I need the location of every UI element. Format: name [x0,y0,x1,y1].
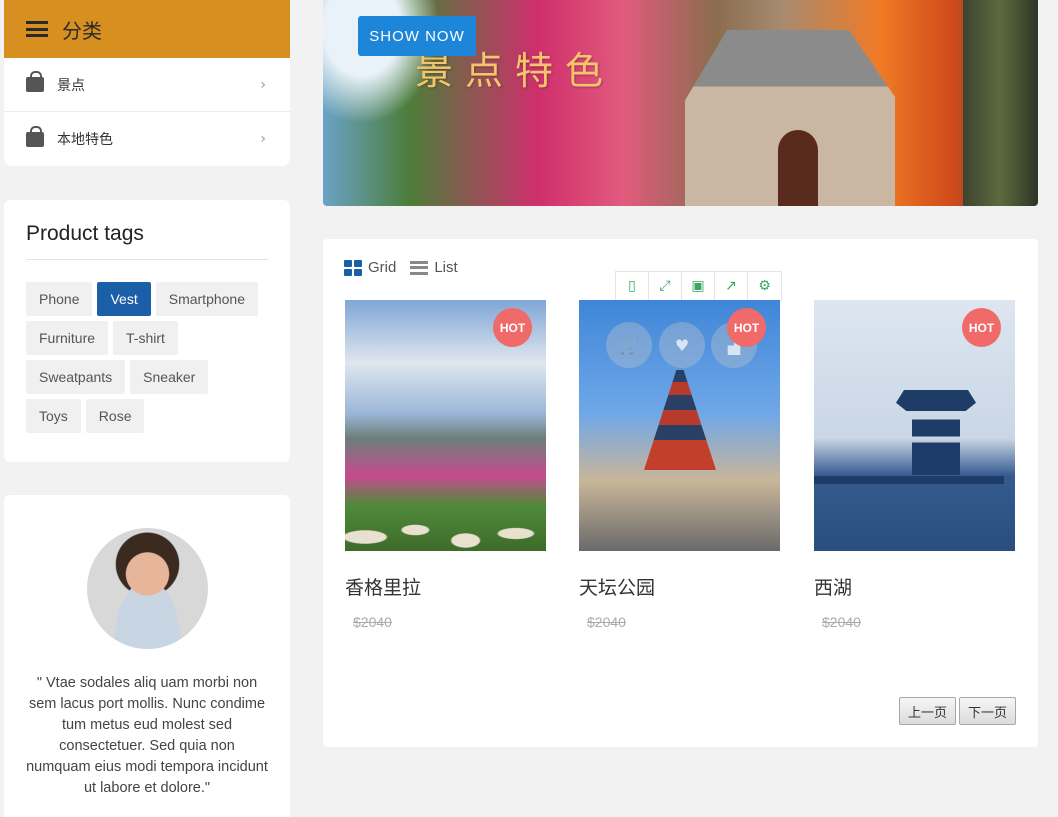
temple-of-heaven [644,370,716,470]
list-icon [410,260,429,275]
product-name[interactable]: 西湖 [814,573,1015,600]
category-item-local[interactable]: 本地特色 › [4,112,290,166]
product-image[interactable]: 🛒 ♥ ▟ HOT [579,300,780,551]
show-now-button[interactable]: SHOW NOW [358,16,476,56]
tag-sweatpants[interactable]: Sweatpants [26,360,126,394]
product-image[interactable]: HOT [345,300,546,551]
list-view-label: List [434,259,458,276]
save-icon[interactable]: ▣ [682,272,715,300]
cart-icon[interactable]: 🛒 [606,322,652,368]
category-item-label: 本地特色 [57,132,113,148]
product-name[interactable]: 天坛公园 [579,573,780,600]
category-panel: 分类 景点 › 本地特色 › [4,0,290,166]
hot-badge: HOT [493,308,532,347]
tag-vest[interactable]: Vest [97,282,151,316]
avatar [86,528,208,649]
shopping-bag-icon [26,125,44,147]
banner-door [778,130,818,206]
banner-tree-trunk [963,0,1038,206]
grid-view-button[interactable]: Grid [344,259,396,276]
grid-view-label: Grid [368,259,397,276]
mobile-icon[interactable]: ▯ [616,272,649,300]
prev-page-button[interactable]: 上一页 [898,697,956,725]
product-card[interactable]: HOT 西湖 $2040 [814,300,1015,630]
share-icon[interactable]: ↗ [715,272,748,300]
product-price: $2040 [353,614,392,630]
list-view-button[interactable]: List [410,259,458,276]
lake-pier [814,476,1004,484]
pagination: 上一页 下一页 [898,697,1016,725]
category-item-label: 景点 [57,77,85,94]
product-grid-panel: Grid List ▯ ⤢ ▣ ↗ ⚙ HOT 香格里拉 $2040 🛒 ♥ ▟… [323,239,1038,747]
grid-icon [344,259,362,276]
product-tags-title: Product tags [26,222,268,260]
lake-pavilion [896,390,976,475]
hero-banner: 景点特色 SHOW NOW [323,0,1038,206]
fullscreen-icon[interactable]: ⤢ [649,272,682,300]
tag-list: Phone Vest Smartphone Furniture T-shirt … [26,282,268,433]
tag-phone[interactable]: Phone [26,282,93,316]
hot-badge: HOT [727,308,766,347]
chevron-right-icon: › [260,76,266,93]
image-toolbar: ▯ ⤢ ▣ ↗ ⚙ [615,271,782,301]
category-header[interactable]: 分类 [4,0,290,58]
product-card[interactable]: HOT 香格里拉 $2040 [345,300,546,630]
category-title: 分类 [62,18,102,43]
product-price: $2040 [587,614,626,630]
next-page-button[interactable]: 下一页 [958,697,1016,725]
product-price: $2040 [822,614,861,630]
product-tags-panel: Product tags Phone Vest Smartphone Furni… [4,200,290,462]
chevron-right-icon: › [260,131,266,147]
view-toggle: Grid List [344,259,458,276]
product-card[interactable]: 🛒 ♥ ▟ HOT 天坛公园 $2040 [579,300,780,630]
tag-smartphone[interactable]: Smartphone [155,282,259,316]
shopping-bag-icon [26,71,44,92]
tag-tshirt[interactable]: T-shirt [113,321,178,355]
category-item-scenic[interactable]: 景点 › [4,58,290,112]
tag-furniture[interactable]: Furniture [26,321,109,355]
tag-toys[interactable]: Toys [26,399,81,433]
product-image[interactable]: HOT [814,300,1015,551]
testimonial-panel: " Vtae sodales aliq uam morbi non sem la… [4,495,290,817]
hot-badge: HOT [962,308,1001,347]
heart-icon[interactable]: ♥ [659,322,705,368]
product-name[interactable]: 香格里拉 [345,573,546,600]
tag-sneaker[interactable]: Sneaker [130,360,209,394]
testimonial-quote: " Vtae sodales aliq uam morbi non sem la… [26,675,268,796]
tag-rose[interactable]: Rose [85,399,145,433]
menu-icon [26,21,48,37]
sheep-field [345,481,546,551]
settings-icon[interactable]: ⚙ [748,272,781,300]
